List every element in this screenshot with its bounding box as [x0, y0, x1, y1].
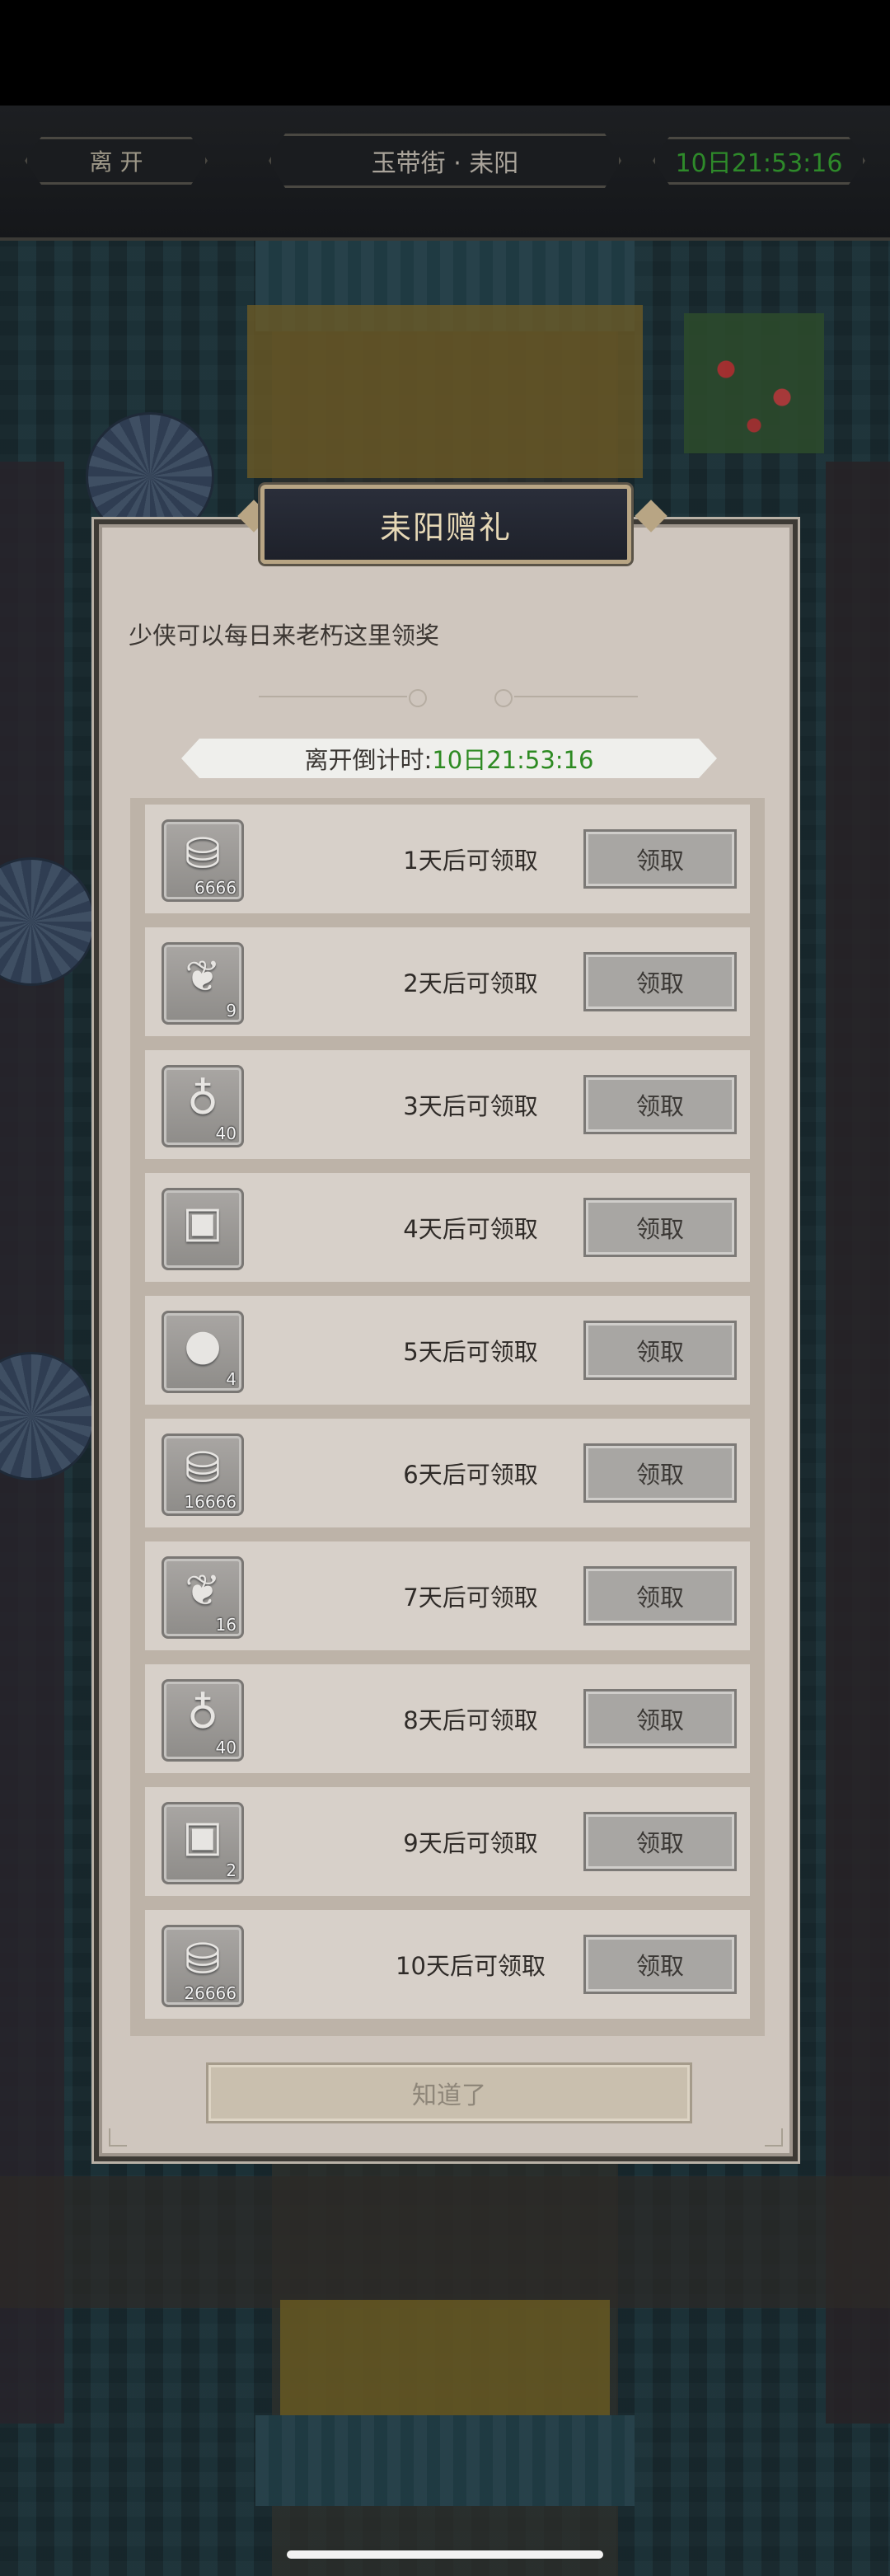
item-quantity: 40 [215, 1738, 237, 1757]
map-roof [255, 2415, 635, 2506]
reward-row: ⛁ 16666 6天后可领取 领取 [145, 1419, 750, 1527]
reward-day-label: 2天后可领取 [403, 969, 538, 997]
claim-button[interactable]: 领取 [583, 1566, 737, 1626]
reward-day-label: 3天后可领取 [403, 1092, 538, 1120]
claim-button[interactable]: 领取 [583, 1812, 737, 1871]
claim-button[interactable]: 领取 [583, 1075, 737, 1134]
countdown-timer: 10日21:53:16 [653, 137, 865, 185]
silver-ingot-icon[interactable]: ⛁ 16666 [162, 1433, 244, 1516]
map-flower-bed [684, 313, 824, 453]
silver-ingot-icon[interactable]: ⛁ 6666 [162, 819, 244, 902]
reward-day-label: 10天后可领取 [396, 1952, 546, 1980]
gourd-icon[interactable]: ♁ 40 [162, 1679, 244, 1762]
reward-row: ▣ 4天后可领取 领取 [145, 1173, 750, 1282]
countdown-label: 离开倒计时: [304, 746, 433, 774]
reward-list: ⛁ 6666 1天后可领取 领取 ❦ 9 2天后可领取 领取 ♁ 40 3天后可领取 … [130, 798, 765, 2036]
claim-button[interactable]: 领取 [583, 1443, 737, 1503]
divider-ornament [409, 689, 427, 707]
reward-day-label: 7天后可领取 [403, 1584, 538, 1612]
reward-row: ♁ 40 3天后可领取 领取 [145, 1050, 750, 1159]
status-bar-area [0, 0, 890, 106]
divider-ornament [514, 696, 638, 697]
countdown-banner: 离开倒计时: 10日21:53:16 [181, 739, 717, 778]
claim-button[interactable]: 领取 [583, 1935, 737, 1994]
claim-button[interactable]: 领取 [583, 829, 737, 889]
reward-row: ⛁ 26666 10天后可领取 领取 [145, 1910, 750, 2019]
item-quantity: 40 [215, 1124, 237, 1143]
item-quantity: 26666 [184, 1983, 237, 2003]
reward-row: ▣ 2 9天后可领取 领取 [145, 1787, 750, 1896]
reward-day-label: 9天后可领取 [403, 1829, 538, 1857]
reward-row: ⛁ 6666 1天后可领取 领取 [145, 805, 750, 913]
reward-day-label: 1天后可领取 [403, 847, 538, 875]
location-label: 玉带街 · 耒阳 [269, 134, 621, 188]
reward-row: ● 4 5天后可领取 领取 [145, 1296, 750, 1405]
reward-row: ♁ 40 8天后可领取 领取 [145, 1664, 750, 1773]
item-quantity: 16666 [184, 1492, 237, 1512]
gourd-icon[interactable]: ♁ 40 [162, 1065, 244, 1147]
divider-ornament [494, 689, 513, 707]
claim-button[interactable]: 领取 [583, 1321, 737, 1380]
corner-ornament [765, 2128, 783, 2147]
map-wall-right [826, 462, 890, 2424]
map-plaza [0, 2176, 890, 2308]
dialog-subtitle: 少侠可以每日来老朽这里领奖 [129, 622, 440, 650]
item-quantity: 16 [215, 1615, 237, 1635]
reward-day-label: 8天后可领取 [403, 1706, 538, 1734]
claim-button[interactable]: 领取 [583, 1689, 737, 1748]
gift-dialog: 耒阳赠礼 少侠可以每日来老朽这里领奖 离开倒计时: 10日21:53:16 ⛁ 6… [99, 485, 793, 2156]
reward-day-label: 4天后可领取 [403, 1215, 538, 1243]
reward-row: ❦ 16 7天后可领取 领取 [145, 1541, 750, 1650]
jade-item-icon[interactable]: ❦ 9 [162, 942, 244, 1025]
home-indicator[interactable] [287, 2550, 603, 2559]
silver-ingot-icon[interactable]: ⛁ 26666 [162, 1925, 244, 2007]
ok-button[interactable]: 知道了 [206, 2062, 692, 2123]
treasure-chest-icon[interactable]: ▣ [162, 1188, 244, 1270]
item-quantity: 2 [226, 1860, 237, 1880]
item-quantity: 6666 [194, 878, 237, 898]
top-nav-bar: 离 开 玉带街 · 耒阳 10日21:53:16 [0, 106, 890, 241]
dialog-title: 耒阳赠礼 [260, 485, 631, 564]
claim-button[interactable]: 领取 [583, 1198, 737, 1257]
treasure-chest-icon[interactable]: ▣ 2 [162, 1802, 244, 1884]
reward-day-label: 6天后可领取 [403, 1461, 538, 1489]
item-quantity: 4 [226, 1369, 237, 1389]
map-courtyard [280, 2300, 610, 2432]
reward-day-label: 5天后可领取 [403, 1338, 538, 1366]
item-quantity: 9 [226, 1001, 237, 1021]
claim-button[interactable]: 领取 [583, 952, 737, 1011]
reward-row: ❦ 9 2天后可领取 领取 [145, 927, 750, 1036]
countdown-value: 10日21:53:16 [432, 746, 594, 774]
crystal-ball-icon[interactable]: ● 4 [162, 1311, 244, 1393]
corner-ornament [109, 2128, 127, 2147]
jade-item-icon[interactable]: ❦ 16 [162, 1556, 244, 1639]
divider-ornament [259, 696, 407, 697]
map-courtyard [247, 305, 643, 478]
map-umbrella [86, 412, 214, 541]
leave-button[interactable]: 离 开 [25, 137, 208, 185]
